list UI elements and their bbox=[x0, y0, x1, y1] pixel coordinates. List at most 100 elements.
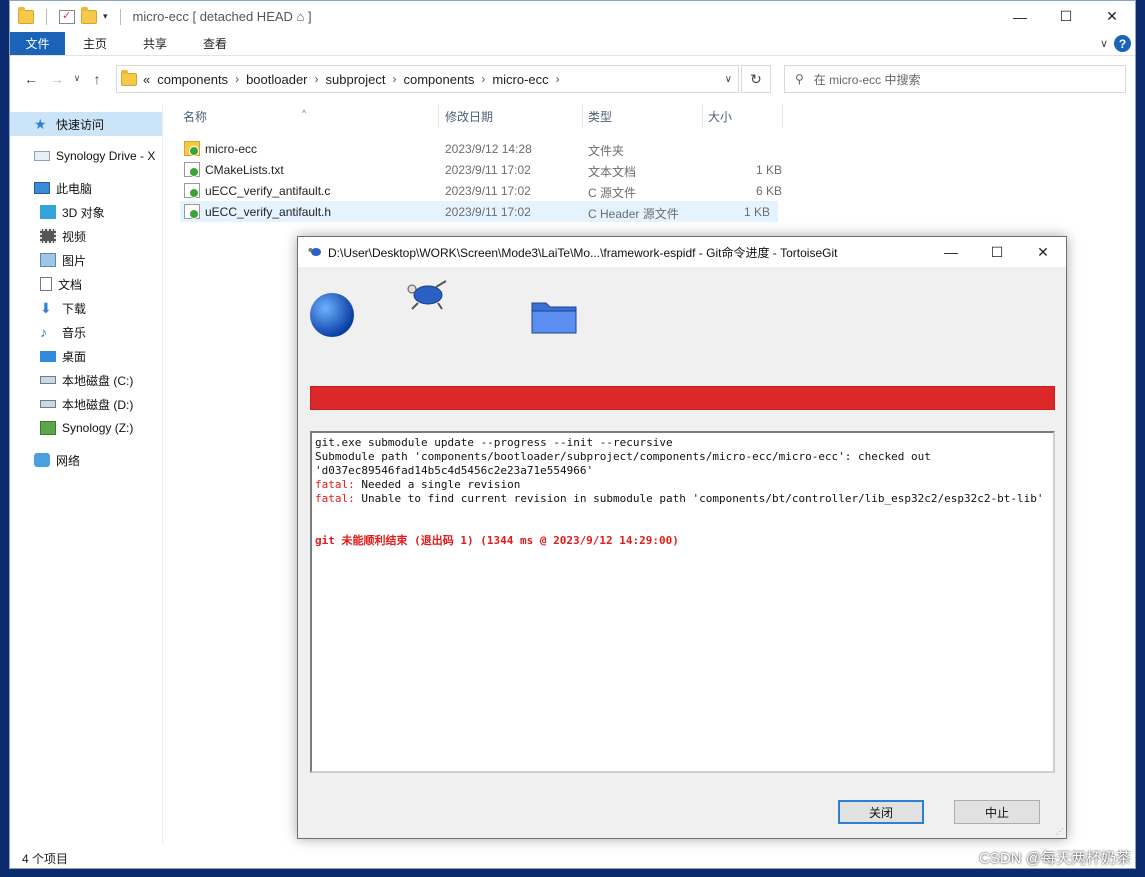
sidebar-item-music[interactable]: ♪ 音乐 bbox=[10, 320, 162, 344]
file-row[interactable]: uECC_verify_antifault.h 2023/9/11 17:02 … bbox=[180, 201, 778, 222]
breadcrumb-segment[interactable]: components bbox=[397, 72, 482, 87]
dialog-window-controls: — ☐ ✕ bbox=[928, 237, 1066, 267]
column-divider[interactable] bbox=[438, 104, 439, 128]
sidebar-item-synology-z[interactable]: Synology (Z:) bbox=[10, 416, 162, 440]
file-size: 6 KB bbox=[755, 184, 782, 198]
resize-grip[interactable]: ⋰ bbox=[1056, 827, 1064, 836]
result-message: git 未能顺利结束 (退出码 1) (1344 ms @ 2023/9/12 … bbox=[315, 534, 679, 547]
sidebar-item-label: 3D 对象 bbox=[62, 205, 105, 220]
document-icon bbox=[40, 277, 52, 291]
output-log[interactable]: git.exe submodule update --progress --in… bbox=[310, 431, 1055, 773]
header-file-icon bbox=[184, 204, 200, 219]
help-icon[interactable]: ? bbox=[1114, 35, 1131, 52]
column-divider[interactable] bbox=[702, 104, 703, 128]
download-icon: ⬇ bbox=[40, 300, 52, 316]
sidebar-item-quick-access[interactable]: ★ 快速访问 bbox=[10, 112, 162, 136]
file-name: uECC_verify_antifault.h bbox=[205, 205, 332, 219]
properties-icon[interactable] bbox=[59, 9, 75, 24]
close-button[interactable]: ✕ bbox=[1020, 237, 1066, 267]
file-list: ^ 名称 修改日期 类型 大小 micro-ecc 2023/9/12 14:2… bbox=[180, 104, 790, 222]
minimize-button[interactable]: — bbox=[928, 237, 974, 267]
forward-button[interactable]: → bbox=[44, 66, 70, 92]
chevron-right-icon[interactable]: › bbox=[556, 72, 560, 86]
refresh-button[interactable]: ↻ bbox=[741, 65, 771, 93]
desktop-icon bbox=[40, 350, 56, 362]
maximize-button[interactable]: ☐ bbox=[1043, 1, 1089, 32]
breadcrumb-segment[interactable]: components bbox=[150, 72, 235, 87]
search-input[interactable]: ⚲ 在 micro-ecc 中搜索 bbox=[784, 65, 1126, 93]
file-modified: 2023/9/11 17:02 bbox=[445, 205, 531, 219]
sidebar-item-label: 下载 bbox=[62, 301, 87, 316]
hard-drive-icon bbox=[40, 376, 56, 384]
pictures-icon bbox=[40, 253, 56, 267]
sidebar-item-videos[interactable]: 视频 bbox=[10, 224, 162, 248]
separator bbox=[46, 8, 47, 25]
file-type: C Header 源文件 bbox=[588, 207, 679, 221]
3d-objects-icon bbox=[40, 205, 56, 219]
expand-ribbon-icon[interactable]: ∨ bbox=[1100, 37, 1108, 50]
watermark: CSDN @每天两杯奶茶 bbox=[979, 850, 1131, 867]
address-overflow[interactable]: « bbox=[143, 72, 150, 87]
address-dropdown-icon[interactable]: ∨ bbox=[725, 74, 732, 85]
sidebar-item-network[interactable]: 网络 bbox=[10, 448, 162, 472]
git-status-icon bbox=[189, 188, 199, 198]
breadcrumb-segment[interactable]: bootloader bbox=[239, 72, 314, 87]
ribbon-tabs: 文件 主页 共享 查看 ∨ ? bbox=[10, 32, 1135, 56]
search-placeholder: 在 micro-ecc 中搜索 bbox=[813, 72, 921, 87]
sidebar-item-downloads[interactable]: ⬇ 下载 bbox=[10, 296, 162, 320]
sidebar-item-documents[interactable]: 文档 bbox=[10, 272, 162, 296]
sidebar-item-label: 音乐 bbox=[62, 325, 87, 340]
up-button[interactable]: ↑ bbox=[84, 66, 110, 92]
navigation-bar: ← → ∨ ↑ « components › bootloader › subpro… bbox=[10, 56, 1135, 101]
folder-icon bbox=[531, 302, 577, 334]
sidebar-item-desktop[interactable]: 桌面 bbox=[10, 344, 162, 368]
file-modified: 2023/9/12 14:28 bbox=[445, 142, 532, 156]
file-name: CMakeLists.txt bbox=[205, 163, 284, 177]
sidebar-item-label: 文档 bbox=[58, 277, 83, 292]
c-file-icon bbox=[184, 183, 200, 198]
breadcrumb-segment[interactable]: micro-ecc bbox=[485, 72, 555, 87]
minimize-button[interactable]: — bbox=[997, 1, 1043, 32]
video-icon bbox=[40, 229, 56, 243]
column-name[interactable]: 名称 bbox=[183, 108, 207, 125]
network-drive-icon bbox=[40, 421, 56, 435]
column-divider[interactable] bbox=[582, 104, 583, 128]
column-type[interactable]: 类型 bbox=[588, 108, 612, 125]
file-type: 文件夹 bbox=[588, 144, 625, 158]
column-size[interactable]: 大小 bbox=[708, 108, 732, 125]
background-console bbox=[0, 0, 9, 877]
close-dialog-button[interactable]: 关闭 bbox=[838, 800, 924, 824]
breadcrumb-segment[interactable]: subproject bbox=[319, 72, 393, 87]
sidebar-item-3d-objects[interactable]: 3D 对象 bbox=[10, 200, 162, 224]
window-title: micro-ecc [ detached HEAD ⌂ ] bbox=[132, 9, 312, 24]
synology-drive-icon bbox=[34, 151, 50, 161]
tab-home[interactable]: 主页 bbox=[65, 32, 125, 55]
progress-bar bbox=[310, 386, 1055, 410]
sidebar-item-this-pc[interactable]: 此电脑 bbox=[10, 176, 162, 200]
sidebar-item-synology-drive[interactable]: Synology Drive - X bbox=[10, 144, 162, 168]
column-divider[interactable] bbox=[782, 104, 783, 128]
file-row[interactable]: uECC_verify_antifault.c 2023/9/11 17:02 … bbox=[180, 180, 790, 201]
recent-locations-dropdown[interactable]: ∨ bbox=[70, 66, 84, 92]
sidebar-item-label: 视频 bbox=[62, 229, 87, 244]
back-button[interactable]: ← bbox=[18, 66, 44, 92]
sidebar-item-drive-d[interactable]: 本地磁盘 (D:) bbox=[10, 392, 162, 416]
quick-access-dropdown-icon[interactable]: ▾ bbox=[103, 11, 108, 22]
maximize-button[interactable]: ☐ bbox=[974, 237, 1020, 267]
tab-file[interactable]: 文件 bbox=[10, 32, 65, 55]
file-name: micro-ecc bbox=[205, 142, 258, 156]
abort-button[interactable]: 中止 bbox=[954, 800, 1040, 824]
close-button[interactable]: ✕ bbox=[1089, 1, 1135, 32]
tab-share[interactable]: 共享 bbox=[125, 32, 185, 55]
column-modified[interactable]: 修改日期 bbox=[445, 108, 493, 125]
tab-view[interactable]: 查看 bbox=[185, 32, 245, 55]
sidebar-item-pictures[interactable]: 图片 bbox=[10, 248, 162, 272]
git-status-icon bbox=[189, 209, 199, 219]
file-row[interactable]: micro-ecc 2023/9/12 14:28 文件夹 bbox=[180, 138, 790, 159]
sidebar-item-drive-c[interactable]: 本地磁盘 (C:) bbox=[10, 368, 162, 392]
file-name: uECC_verify_antifault.c bbox=[205, 184, 331, 198]
address-bar[interactable]: « components › bootloader › subproject › co… bbox=[116, 65, 739, 93]
log-line: fatal: Needed a single revision bbox=[315, 478, 1050, 492]
new-folder-icon[interactable] bbox=[81, 6, 97, 24]
file-row[interactable]: CMakeLists.txt 2023/9/11 17:02 文本文档 1 KB bbox=[180, 159, 790, 180]
